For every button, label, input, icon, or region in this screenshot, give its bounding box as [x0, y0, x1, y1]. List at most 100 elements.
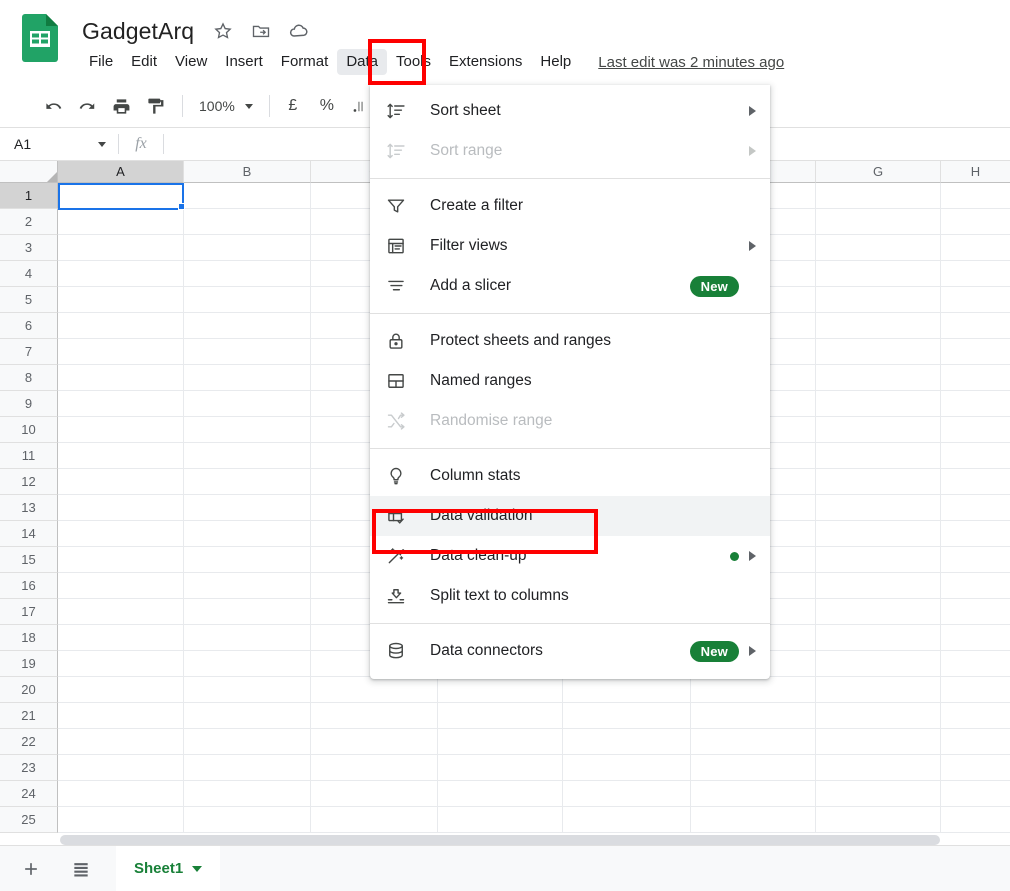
- menu-tools[interactable]: Tools: [387, 49, 440, 75]
- menu-edit[interactable]: Edit: [122, 49, 166, 75]
- cell-B16[interactable]: [184, 573, 311, 599]
- cell-H22[interactable]: [941, 729, 1010, 755]
- cell-E20[interactable]: [563, 677, 691, 703]
- row-header-13[interactable]: 13: [0, 495, 58, 521]
- cell-H12[interactable]: [941, 469, 1010, 495]
- star-icon[interactable]: [210, 18, 236, 44]
- cell-B22[interactable]: [184, 729, 311, 755]
- cell-A15[interactable]: [58, 547, 184, 573]
- fill-handle[interactable]: [178, 203, 185, 210]
- cell-A9[interactable]: [58, 391, 184, 417]
- cell-D23[interactable]: [438, 755, 563, 781]
- cell-A6[interactable]: [58, 313, 184, 339]
- cell-A13[interactable]: [58, 495, 184, 521]
- cell-E23[interactable]: [563, 755, 691, 781]
- cell-D21[interactable]: [438, 703, 563, 729]
- cell-A3[interactable]: [58, 235, 184, 261]
- select-all-corner[interactable]: [0, 161, 58, 183]
- menu-extensions[interactable]: Extensions: [440, 49, 531, 75]
- cell-G9[interactable]: [816, 391, 941, 417]
- cell-B21[interactable]: [184, 703, 311, 729]
- cell-H9[interactable]: [941, 391, 1010, 417]
- cell-B6[interactable]: [184, 313, 311, 339]
- name-box[interactable]: A1: [0, 128, 118, 160]
- row-header-25[interactable]: 25: [0, 807, 58, 833]
- move-to-folder-icon[interactable]: [248, 18, 274, 44]
- cell-A11[interactable]: [58, 443, 184, 469]
- row-header-4[interactable]: 4: [0, 261, 58, 287]
- row-header-16[interactable]: 16: [0, 573, 58, 599]
- cell-A8[interactable]: [58, 365, 184, 391]
- cell-C24[interactable]: [311, 781, 438, 807]
- cell-A17[interactable]: [58, 599, 184, 625]
- cell-G2[interactable]: [816, 209, 941, 235]
- menu-item-data-connectors[interactable]: Data connectors New: [370, 631, 770, 671]
- menu-data[interactable]: Data: [337, 49, 387, 75]
- row-header-12[interactable]: 12: [0, 469, 58, 495]
- cell-H1[interactable]: [941, 183, 1010, 209]
- cell-E21[interactable]: [563, 703, 691, 729]
- cell-H19[interactable]: [941, 651, 1010, 677]
- row-header-23[interactable]: 23: [0, 755, 58, 781]
- cell-H23[interactable]: [941, 755, 1010, 781]
- menu-item-column-stats[interactable]: Column stats: [370, 456, 770, 496]
- row-header-3[interactable]: 3: [0, 235, 58, 261]
- cell-G1[interactable]: [816, 183, 941, 209]
- cell-A7[interactable]: [58, 339, 184, 365]
- cell-H10[interactable]: [941, 417, 1010, 443]
- menu-help[interactable]: Help: [531, 49, 580, 75]
- cell-H14[interactable]: [941, 521, 1010, 547]
- undo-icon[interactable]: [38, 91, 68, 121]
- cell-F20[interactable]: [691, 677, 816, 703]
- last-edit-link[interactable]: Last edit was 2 minutes ago: [598, 54, 784, 71]
- cell-B18[interactable]: [184, 625, 311, 651]
- cell-F21[interactable]: [691, 703, 816, 729]
- cell-D25[interactable]: [438, 807, 563, 833]
- cloud-saved-icon[interactable]: [286, 18, 312, 44]
- redo-icon[interactable]: [72, 91, 102, 121]
- sheet-tab-sheet1[interactable]: Sheet1: [116, 845, 221, 891]
- cell-A5[interactable]: [58, 287, 184, 313]
- cell-H13[interactable]: [941, 495, 1010, 521]
- cell-B9[interactable]: [184, 391, 311, 417]
- row-header-11[interactable]: 11: [0, 443, 58, 469]
- cell-G7[interactable]: [816, 339, 941, 365]
- cell-H17[interactable]: [941, 599, 1010, 625]
- cell-G19[interactable]: [816, 651, 941, 677]
- cell-G18[interactable]: [816, 625, 941, 651]
- cell-B5[interactable]: [184, 287, 311, 313]
- cell-C23[interactable]: [311, 755, 438, 781]
- row-header-18[interactable]: 18: [0, 625, 58, 651]
- cell-A19[interactable]: [58, 651, 184, 677]
- menu-item-add-a-slicer[interactable]: Add a slicer New: [370, 266, 770, 306]
- cell-G23[interactable]: [816, 755, 941, 781]
- cell-A2[interactable]: [58, 209, 184, 235]
- cell-A4[interactable]: [58, 261, 184, 287]
- add-sheet-icon[interactable]: [12, 850, 50, 888]
- cell-G16[interactable]: [816, 573, 941, 599]
- cell-G14[interactable]: [816, 521, 941, 547]
- row-header-7[interactable]: 7: [0, 339, 58, 365]
- cell-A10[interactable]: [58, 417, 184, 443]
- cell-H21[interactable]: [941, 703, 1010, 729]
- paint-format-icon[interactable]: [140, 91, 170, 121]
- cell-A22[interactable]: [58, 729, 184, 755]
- cell-F22[interactable]: [691, 729, 816, 755]
- cell-H16[interactable]: [941, 573, 1010, 599]
- cell-G22[interactable]: [816, 729, 941, 755]
- menu-insert[interactable]: Insert: [216, 49, 272, 75]
- cell-G11[interactable]: [816, 443, 941, 469]
- menu-item-sort-sheet[interactable]: Sort sheet: [370, 91, 770, 131]
- cell-C20[interactable]: [311, 677, 438, 703]
- chevron-down-icon[interactable]: [192, 865, 203, 872]
- cell-G13[interactable]: [816, 495, 941, 521]
- cell-G6[interactable]: [816, 313, 941, 339]
- menu-view[interactable]: View: [166, 49, 216, 75]
- cell-A24[interactable]: [58, 781, 184, 807]
- scrollbar-thumb[interactable]: [60, 835, 940, 845]
- menu-item-named-ranges[interactable]: Named ranges: [370, 361, 770, 401]
- cell-B23[interactable]: [184, 755, 311, 781]
- row-header-9[interactable]: 9: [0, 391, 58, 417]
- row-header-20[interactable]: 20: [0, 677, 58, 703]
- cell-G12[interactable]: [816, 469, 941, 495]
